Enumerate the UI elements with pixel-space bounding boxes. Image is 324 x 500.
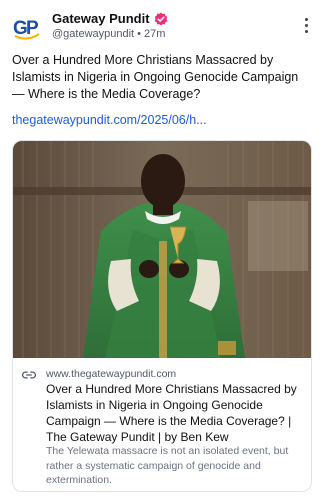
card-description: The Yelewata massacre is not an isolated… — [46, 445, 289, 486]
gp-logo-icon: G P — [13, 18, 40, 40]
card-title[interactable]: Over a Hundred More Christians Massacred… — [46, 381, 304, 445]
post-text: Over a Hundred More Christians Massacred… — [12, 53, 299, 101]
card-image[interactable] — [13, 141, 311, 358]
more-options-icon[interactable] — [300, 14, 312, 36]
author-name[interactable]: Gateway Pundit — [52, 11, 150, 26]
link-icon — [22, 371, 36, 379]
author-avatar[interactable]: G P — [12, 12, 42, 42]
author-handle[interactable]: @gatewaypundit — [52, 28, 134, 40]
author-meta: @gatewaypundit • 27m — [52, 28, 165, 40]
meta-separator: • — [137, 28, 141, 40]
link-preview-card[interactable]: www.thegatewaypundit.com Over a Hundred … — [12, 140, 312, 492]
post-time[interactable]: 27m — [144, 28, 165, 40]
author-name-row: Gateway Pundit — [52, 11, 168, 26]
card-domain: www.thegatewaypundit.com — [46, 368, 177, 380]
post-link[interactable]: thegatewaypundit.com/2025/06/h... — [12, 113, 207, 127]
post-header: G P Gateway Pundit @gatewaypundit • 27m — [12, 10, 312, 44]
card-body: www.thegatewaypundit.com Over a Hundred … — [13, 358, 311, 491]
verified-badge-icon — [154, 12, 167, 25]
